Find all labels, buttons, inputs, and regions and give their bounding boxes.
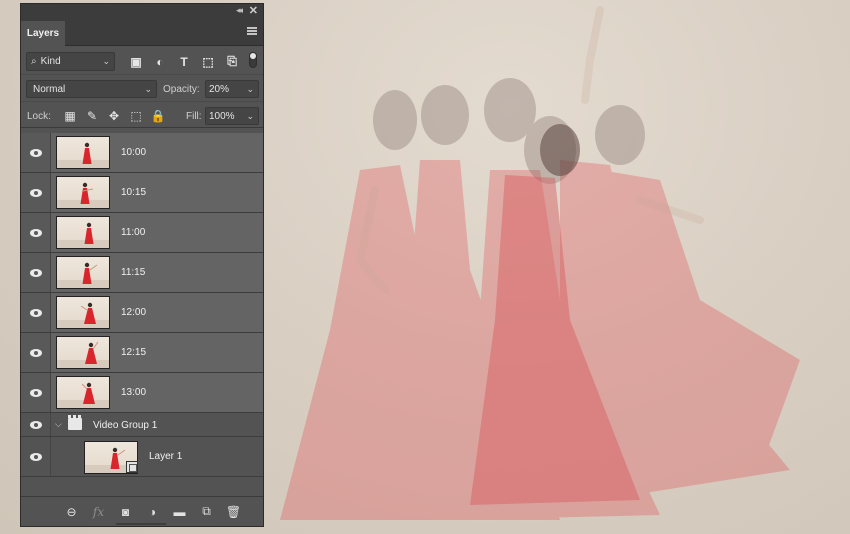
layer-thumbnail[interactable] — [56, 176, 110, 209]
add-mask-icon[interactable]: ◙ — [112, 502, 139, 522]
eye-icon — [29, 308, 42, 317]
layer-thumbnail[interactable] — [56, 216, 110, 249]
opacity-field[interactable]: 20% ⌄ — [205, 80, 259, 98]
collapse-panel-icon[interactable]: ◂◂ — [236, 5, 243, 16]
layers-bottom-toolbar: ⊖ fx ◙ ◑ ▬ ⧉ 🗑 — [21, 496, 263, 526]
video-group-icon — [68, 415, 82, 430]
pixel-filter-icon[interactable]: ▣ — [124, 52, 148, 71]
layer-row[interactable]: 12:15 — [21, 333, 263, 373]
lock-icons: ▦ ✎ ✥ ⬚ 🔒 — [59, 107, 169, 125]
kind-filter-label: Kind — [40, 56, 61, 67]
blend-row: Normal ⌄ Opacity: 20% ⌄ — [21, 74, 263, 101]
new-group-icon[interactable]: ▬ — [166, 502, 193, 522]
lock-image-icon[interactable]: ✎ — [81, 107, 103, 125]
type-filter-icon[interactable]: T — [172, 52, 196, 71]
eye-icon — [29, 268, 42, 277]
layer-name[interactable]: 11:00 — [121, 227, 145, 238]
layer-row[interactable]: 11:00 — [21, 213, 263, 253]
filter-type-icons: ▣ ◐ T ⬚ ⎘ — [124, 52, 244, 71]
lock-transparent-icon[interactable]: ▦ — [59, 107, 81, 125]
visibility-toggle[interactable] — [21, 373, 51, 412]
layer-name[interactable]: Layer 1 — [149, 451, 182, 462]
fill-label[interactable]: Fill: — [186, 111, 202, 122]
panel-menu-icon[interactable] — [247, 27, 257, 35]
layer-thumbnail[interactable] — [56, 136, 110, 169]
chevron-down-icon: ⌄ — [102, 56, 110, 66]
disclosure-triangle-icon[interactable]: ⌵ — [55, 419, 62, 430]
chevron-down-icon[interactable]: ⌄ — [246, 84, 254, 95]
blend-mode-value: Normal — [33, 83, 66, 95]
visibility-toggle[interactable] — [21, 413, 51, 436]
fill-value: 100% — [209, 110, 235, 122]
close-panel-icon[interactable]: ✕ — [249, 4, 258, 17]
layer-thumbnail[interactable] — [56, 256, 110, 289]
visibility-toggle[interactable] — [21, 333, 51, 372]
blend-mode-select[interactable]: Normal ⌄ — [26, 80, 157, 98]
opacity-value: 20% — [209, 83, 230, 95]
layer-name[interactable]: 12:15 — [121, 347, 146, 358]
layer-thumbnail[interactable] — [56, 376, 110, 409]
layer-row[interactable]: 10:00 — [21, 133, 263, 173]
visibility-toggle[interactable] — [21, 437, 51, 476]
layer-name[interactable]: 11:15 — [121, 267, 145, 278]
shape-filter-icon[interactable]: ⬚ — [196, 52, 220, 71]
eye-icon — [29, 228, 42, 237]
panel-title-bar[interactable]: ◂◂ ✕ — [21, 4, 263, 18]
chevron-down-icon[interactable]: ⌄ — [246, 111, 254, 122]
layer-row[interactable]: 10:15 — [21, 173, 263, 213]
eye-icon — [29, 420, 42, 429]
visibility-toggle[interactable] — [21, 133, 51, 172]
tab-layers[interactable]: Layers — [21, 21, 65, 46]
fx-icon[interactable]: fx — [85, 502, 112, 522]
layer-thumbnail[interactable] — [56, 296, 110, 329]
kind-filter-select[interactable]: ⌕ Kind ⌄ — [26, 52, 115, 71]
layer-name[interactable]: 10:00 — [121, 147, 146, 158]
layer-row[interactable]: 12:00 — [21, 293, 263, 333]
visibility-toggle[interactable] — [21, 293, 51, 332]
layer-thumbnail[interactable] — [56, 336, 110, 369]
artboard-lock-icon[interactable]: ⬚ — [125, 107, 147, 125]
delete-layer-icon[interactable]: 🗑 — [220, 502, 247, 522]
adjustment-filter-icon[interactable]: ◐ — [148, 52, 172, 71]
video-group-row[interactable]: ⌵ Video Group 1 — [21, 413, 263, 437]
new-layer-icon[interactable]: ⧉ — [193, 502, 220, 522]
new-adjustment-icon[interactable]: ◑ — [139, 502, 166, 522]
visibility-toggle[interactable] — [21, 213, 51, 252]
video-group-name[interactable]: Video Group 1 — [93, 420, 157, 431]
layers-panel: ◂◂ ✕ Layers ⌕ Kind ⌄ ▣ ◐ T ⬚ ⎘ Normal ⌄ Opac… — [20, 3, 264, 527]
layer-row[interactable]: 13:00 — [21, 373, 263, 413]
eye-icon — [29, 188, 42, 197]
eye-icon — [29, 388, 42, 397]
eye-icon — [29, 348, 42, 357]
search-icon: ⌕ — [31, 56, 37, 67]
layer-name[interactable]: 13:00 — [121, 387, 146, 398]
layer-name[interactable]: 12:00 — [121, 307, 146, 318]
lock-all-icon[interactable]: 🔒 — [147, 107, 169, 125]
eye-icon — [29, 148, 42, 157]
layer-row[interactable]: 11:15 — [21, 253, 263, 293]
chevron-down-icon: ⌄ — [144, 84, 152, 94]
filter-toggle-switch[interactable] — [249, 52, 257, 68]
panel-resize-grip[interactable] — [116, 523, 166, 525]
panel-tab-bar: Layers — [21, 18, 263, 46]
link-layers-icon[interactable]: ⊖ — [58, 502, 85, 522]
video-layer-badge-icon — [126, 461, 138, 473]
filter-row: ⌕ Kind ⌄ ▣ ◐ T ⬚ ⎘ — [21, 46, 263, 74]
smart-object-filter-icon[interactable]: ⎘ — [220, 52, 244, 71]
lock-position-icon[interactable]: ✥ — [103, 107, 125, 125]
lock-label: Lock: — [27, 111, 51, 122]
visibility-toggle[interactable] — [21, 173, 51, 212]
fill-field[interactable]: 100% ⌄ — [205, 107, 259, 125]
layer-row[interactable]: Layer 1 — [21, 437, 263, 477]
opacity-label[interactable]: Opacity: — [163, 84, 200, 95]
visibility-toggle[interactable] — [21, 253, 51, 292]
eye-icon — [29, 452, 42, 461]
layers-list: 10:00 10:15 11:00 11:15 12:00 12:15 13:00 ⌵ Vi… — [21, 133, 263, 495]
lock-row: Lock: ▦ ✎ ✥ ⬚ 🔒 Fill: 100% ⌄ — [21, 101, 263, 128]
layer-name[interactable]: 10:15 — [121, 187, 146, 198]
